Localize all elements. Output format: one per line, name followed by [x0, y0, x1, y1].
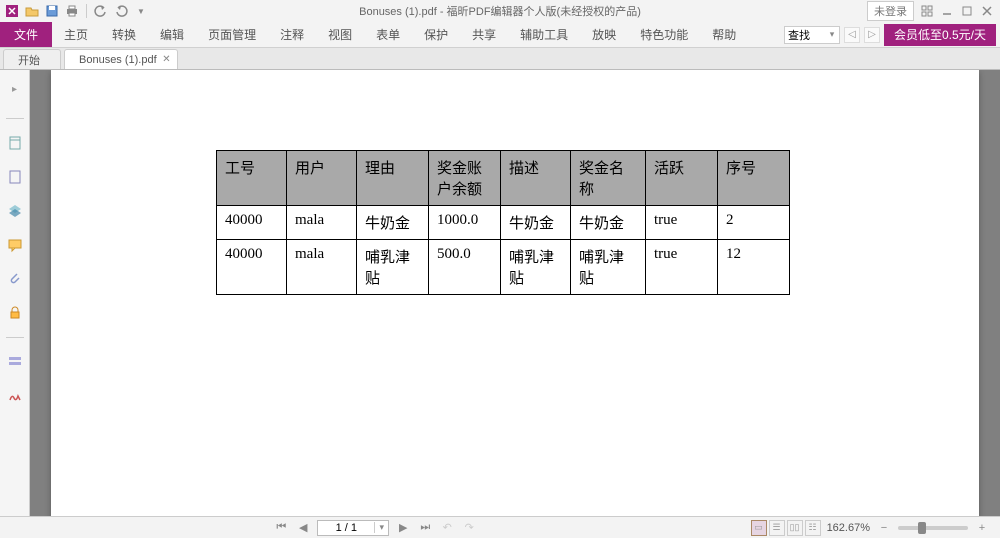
search-input[interactable]: [785, 29, 825, 41]
tab-start-label: 开始: [18, 52, 40, 68]
th-reason: 理由: [357, 151, 429, 206]
ribbon-tab-share[interactable]: 共享: [460, 22, 508, 47]
ribbon-tab-convert[interactable]: 转换: [100, 22, 148, 47]
document-tabs: 开始 Bonuses (1).pdf ✕: [0, 48, 1000, 70]
last-page-icon[interactable]: ⏭: [417, 520, 433, 536]
page-input[interactable]: ▾: [317, 520, 389, 536]
close-icon[interactable]: [980, 4, 994, 18]
page-dropdown-icon[interactable]: ▾: [374, 522, 388, 533]
login-button[interactable]: 未登录: [867, 1, 914, 21]
view-single-icon[interactable]: ▭: [751, 520, 767, 536]
left-panel: ▸: [0, 70, 30, 516]
qat-dropdown-icon[interactable]: ▼: [133, 3, 149, 19]
prev-result-icon[interactable]: ◁: [844, 27, 860, 43]
statusbar: ⏮ ◀ ▾ ▶ ⏭ ↶ ↷ ▭ ☰ ▯▯ ☷ 162.67% − +: [0, 516, 1000, 538]
th-id: 工号: [217, 151, 287, 206]
pages-panel-icon[interactable]: [5, 167, 25, 187]
search-box[interactable]: ▾: [784, 26, 840, 44]
zoom-slider[interactable]: [898, 526, 968, 530]
save-icon[interactable]: [44, 3, 60, 19]
maximize-icon[interactable]: [960, 4, 974, 18]
comments-icon[interactable]: [5, 235, 25, 255]
titlebar: ▼ Bonuses (1).pdf - 福昕PDF编辑器个人版(未经授权的产品)…: [0, 0, 1000, 22]
th-desc: 描述: [501, 151, 571, 206]
security-icon[interactable]: [5, 303, 25, 323]
next-page-icon[interactable]: ▶: [395, 520, 411, 536]
ribbon-tab-home[interactable]: 主页: [52, 22, 100, 47]
data-table: 工号 用户 理由 奖金账户余额 描述 奖金名称 活跃 序号 40000 mala…: [216, 150, 790, 295]
zoom-in-icon[interactable]: +: [974, 520, 990, 536]
th-user: 用户: [287, 151, 357, 206]
ribbon-tab-comment[interactable]: 注释: [268, 22, 316, 47]
view-facing-icon[interactable]: ▯▯: [787, 520, 803, 536]
search-dropdown-icon[interactable]: ▾: [825, 29, 839, 40]
ribbon-tab-edit[interactable]: 编辑: [148, 22, 196, 47]
zoom-value: 162.67%: [827, 522, 870, 534]
page-field[interactable]: [318, 522, 374, 534]
ribbon: 文件 主页 转换 编辑 页面管理 注释 视图 表单 保护 共享 辅助工具 放映 …: [0, 22, 1000, 48]
table-row: 40000 mala 牛奶金 1000.0 牛奶金 牛奶金 true 2: [217, 206, 790, 240]
ribbon-tab-protect[interactable]: 保护: [412, 22, 460, 47]
nav-fwd-icon[interactable]: ↷: [461, 520, 477, 536]
layers-icon[interactable]: [5, 201, 25, 221]
tab-document[interactable]: Bonuses (1).pdf ✕: [64, 49, 178, 69]
table-row: 40000 mala 哺乳津贴 500.0 哺乳津贴 哺乳津贴 true 12: [217, 240, 790, 295]
nav-back-icon[interactable]: ↶: [439, 520, 455, 536]
ribbon-tab-pages[interactable]: 页面管理: [196, 22, 268, 47]
ribbon-tab-features[interactable]: 特色功能: [628, 22, 700, 47]
promo-banner[interactable]: 会员低至0.5元/天: [884, 24, 996, 46]
next-result-icon[interactable]: ▷: [864, 27, 880, 43]
tab-document-label: Bonuses (1).pdf: [79, 54, 157, 66]
zoom-out-icon[interactable]: −: [876, 520, 892, 536]
redo-icon[interactable]: [113, 3, 129, 19]
ribbon-tab-help[interactable]: 帮助: [700, 22, 748, 47]
tab-start[interactable]: 开始: [3, 49, 61, 69]
ribbon-tab-view[interactable]: 视图: [316, 22, 364, 47]
workspace: ▸ 工号 用户 理由 奖金账户余额 描述: [0, 70, 1000, 516]
ribbon-options-icon[interactable]: [920, 4, 934, 18]
window-title: Bonuses (1).pdf - 福昕PDF编辑器个人版(未经授权的产品): [359, 3, 641, 19]
tab-close-icon[interactable]: ✕: [162, 54, 170, 65]
view-cont-facing-icon[interactable]: ☷: [805, 520, 821, 536]
th-seq: 序号: [718, 151, 790, 206]
table-header-row: 工号 用户 理由 奖金账户余额 描述 奖金名称 活跃 序号: [217, 151, 790, 206]
attachments-icon[interactable]: [5, 269, 25, 289]
pdf-page: 工号 用户 理由 奖金账户余额 描述 奖金名称 活跃 序号 40000 mala…: [51, 70, 979, 516]
view-continuous-icon[interactable]: ☰: [769, 520, 785, 536]
ribbon-tab-accessibility[interactable]: 辅助工具: [508, 22, 580, 47]
file-tab[interactable]: 文件: [0, 22, 52, 47]
th-active: 活跃: [646, 151, 718, 206]
undo-icon[interactable]: [93, 3, 109, 19]
fields-icon[interactable]: [5, 352, 25, 372]
app-logo-icon: [4, 3, 20, 19]
bookmarks-icon[interactable]: [5, 133, 25, 153]
print-icon[interactable]: [64, 3, 80, 19]
signature-icon[interactable]: [5, 386, 25, 406]
th-balance: 奖金账户余额: [429, 151, 501, 206]
ribbon-tab-present[interactable]: 放映: [580, 22, 628, 47]
page-area[interactable]: 工号 用户 理由 奖金账户余额 描述 奖金名称 活跃 序号 40000 mala…: [30, 70, 1000, 516]
first-page-icon[interactable]: ⏮: [273, 520, 289, 536]
panel-collapse-icon[interactable]: ▸: [11, 74, 19, 104]
th-name: 奖金名称: [571, 151, 646, 206]
ribbon-tab-form[interactable]: 表单: [364, 22, 412, 47]
open-icon[interactable]: [24, 3, 40, 19]
prev-page-icon[interactable]: ◀: [295, 520, 311, 536]
minimize-icon[interactable]: [940, 4, 954, 18]
